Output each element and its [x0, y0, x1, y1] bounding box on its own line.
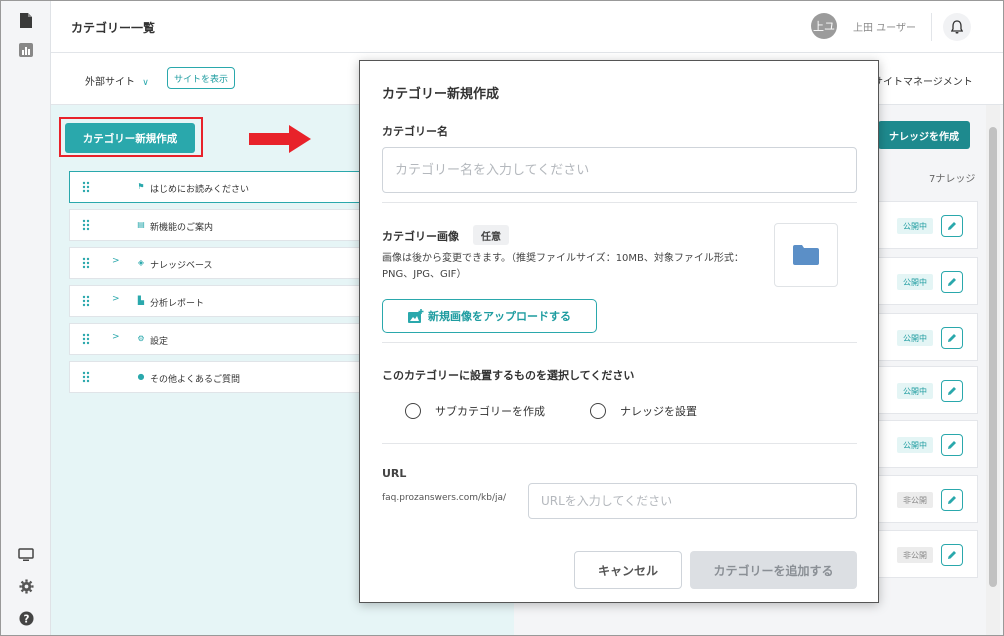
- upload-image-button[interactable]: 新規画像をアップロードする: [382, 299, 597, 333]
- gear-icon: ⚙: [137, 333, 145, 343]
- icon-rail: ?: [1, 1, 51, 635]
- document-icon[interactable]: [17, 11, 35, 29]
- image-description: 画像は後から変更できます。（推奨ファイルサイズ：10MB、対象ファイル形式：PN…: [382, 253, 744, 280]
- edit-icon[interactable]: [941, 327, 963, 349]
- subcategory-radio[interactable]: サブカテゴリーを作成: [405, 403, 545, 419]
- analytics-icon[interactable]: [17, 41, 35, 59]
- drag-handle-icon[interactable]: [82, 295, 90, 307]
- radio-circle-icon[interactable]: [405, 403, 421, 419]
- question-icon: ●: [137, 371, 145, 381]
- category-label: 新機能のご案内: [150, 223, 214, 233]
- knowledge-row[interactable]: 公開中: [874, 420, 978, 468]
- create-knowledge-button[interactable]: ナレッジを作成: [878, 121, 970, 149]
- status-badge: 公開中: [897, 437, 933, 453]
- svg-text:?: ?: [23, 613, 29, 625]
- status-badge: 非公開: [897, 492, 933, 508]
- upload-button-label: 新規画像をアップロードする: [428, 310, 571, 323]
- chevron-right-icon[interactable]: >: [112, 294, 120, 304]
- site-selector-label: 外部サイト: [85, 77, 135, 88]
- divider: [382, 342, 857, 343]
- edit-icon[interactable]: [941, 271, 963, 293]
- category-label: その他よくあるご質問: [150, 375, 241, 385]
- knowledge-radio[interactable]: ナレッジを設置: [590, 403, 697, 419]
- page-title: カテゴリー一覧: [71, 21, 156, 35]
- status-badge: 公開中: [897, 218, 933, 234]
- divider: [382, 202, 857, 203]
- url-input[interactable]: [528, 483, 857, 519]
- url-prefix: faq.prozanswers.com/kb/ja/: [382, 493, 507, 503]
- site-management-link[interactable]: サイトマネージメント: [873, 73, 973, 88]
- category-label: はじめにお読みください: [150, 185, 250, 195]
- monitor-icon[interactable]: [17, 546, 35, 564]
- view-site-button[interactable]: サイトを表示: [167, 67, 236, 89]
- folder-icon: [793, 245, 819, 265]
- edit-icon[interactable]: [941, 434, 963, 456]
- drag-handle-icon[interactable]: [82, 257, 90, 269]
- category-label: 設定: [150, 337, 169, 347]
- new-category-modal: カテゴリー新規作成 カテゴリー名 カテゴリー画像 任意 画像は後から変更できます…: [359, 60, 879, 603]
- avatar[interactable]: 上ユ: [811, 13, 837, 39]
- user-name[interactable]: 上田 ユーザー: [853, 19, 916, 34]
- knowledge-row[interactable]: 公開中: [874, 366, 978, 414]
- edit-icon[interactable]: [941, 380, 963, 402]
- knowledge-count: 7ナレッジ: [929, 174, 976, 185]
- knowledge-row[interactable]: 公開中: [874, 313, 978, 361]
- category-name-label: カテゴリー名: [382, 125, 448, 138]
- scrollbar-thumb[interactable]: [989, 127, 997, 587]
- app-window: ? カテゴリー一覧 上ユ 上田 ユーザー 外部サイト ∨ サイトを表示 サイトマ…: [0, 0, 1004, 636]
- category-label: 分析レポート: [150, 299, 205, 309]
- header-divider: [931, 13, 932, 41]
- modal-title: カテゴリー新規作成: [382, 87, 500, 102]
- status-badge: 非公開: [897, 547, 933, 563]
- drag-handle-icon[interactable]: [82, 333, 90, 345]
- radio-circle-icon[interactable]: [590, 403, 606, 419]
- url-label: URL: [382, 467, 407, 480]
- top-header: カテゴリー一覧 上ユ 上田 ユーザー: [51, 1, 1003, 53]
- help-icon[interactable]: ?: [17, 609, 35, 627]
- knowledge-row[interactable]: 非公開: [874, 530, 978, 578]
- flag-icon: ⚑: [137, 181, 145, 191]
- chevron-right-icon[interactable]: >: [112, 332, 120, 342]
- chevron-down-icon: ∨: [142, 78, 149, 88]
- knowledge-row[interactable]: 非公開: [874, 475, 978, 523]
- status-badge: 公開中: [897, 383, 933, 399]
- site-management-label: サイトマネージメント: [873, 77, 973, 88]
- drag-handle-icon[interactable]: [82, 181, 90, 193]
- add-category-button[interactable]: カテゴリーを追加する: [690, 551, 857, 589]
- subcategory-option-label: サブカテゴリーを作成: [435, 405, 545, 418]
- edit-icon[interactable]: [941, 215, 963, 237]
- news-icon: ▤: [137, 219, 145, 229]
- red-arrow-icon: [249, 125, 311, 153]
- edit-icon[interactable]: [941, 544, 963, 566]
- layers-icon: ◈: [137, 257, 145, 267]
- gear-icon[interactable]: [17, 577, 35, 595]
- knowledge-row[interactable]: 公開中: [874, 201, 978, 249]
- site-selector[interactable]: 外部サイト ∨: [85, 73, 149, 88]
- edit-icon[interactable]: [941, 489, 963, 511]
- bell-icon[interactable]: [943, 13, 971, 41]
- drag-handle-icon[interactable]: [82, 219, 90, 231]
- status-badge: 公開中: [897, 274, 933, 290]
- placement-label: このカテゴリーに設置するものを選択してください: [382, 369, 635, 382]
- drag-handle-icon[interactable]: [82, 371, 90, 383]
- chart-icon: ▙: [137, 295, 145, 305]
- category-image-label: カテゴリー画像: [382, 230, 459, 243]
- new-category-button[interactable]: カテゴリー新規作成: [65, 123, 195, 153]
- category-label: ナレッジベース: [150, 261, 213, 271]
- status-badge: 公開中: [897, 330, 933, 346]
- image-preview[interactable]: [774, 223, 838, 287]
- chevron-right-icon[interactable]: >: [112, 256, 120, 266]
- divider: [382, 443, 857, 444]
- optional-tag: 任意: [473, 225, 509, 245]
- knowledge-option-label: ナレッジを設置: [620, 405, 697, 418]
- knowledge-row[interactable]: 公開中: [874, 257, 978, 305]
- cancel-button[interactable]: キャンセル: [574, 551, 682, 589]
- category-name-input[interactable]: [382, 147, 857, 193]
- image-upload-icon: [408, 309, 424, 323]
